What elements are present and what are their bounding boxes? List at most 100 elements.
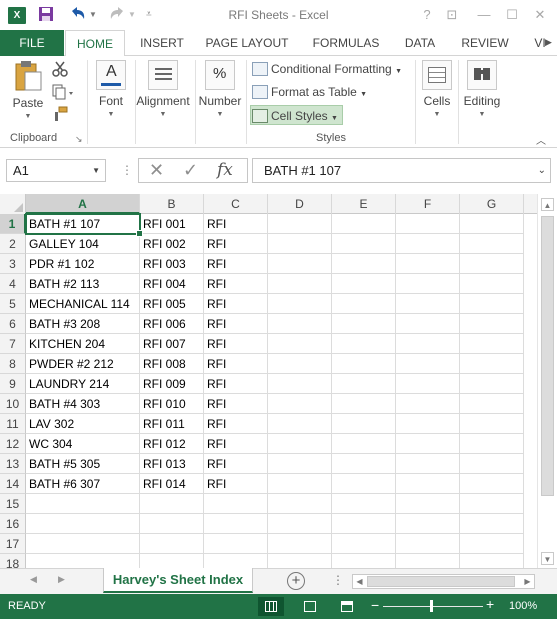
select-all-button[interactable]: [0, 194, 26, 214]
cell-e4[interactable]: [332, 274, 396, 294]
cells-button[interactable]: Cells ▼: [419, 60, 455, 118]
cell-c5[interactable]: RFI: [204, 294, 268, 314]
cell-f11[interactable]: [396, 414, 460, 434]
cell-g9[interactable]: [460, 374, 524, 394]
conditional-formatting-button[interactable]: Conditional Formatting ▼: [252, 59, 402, 79]
cell-f16[interactable]: [396, 514, 460, 534]
cell-g16[interactable]: [460, 514, 524, 534]
cell-e15[interactable]: [332, 494, 396, 514]
cell-b5[interactable]: RFI 005: [140, 294, 204, 314]
row-header-12[interactable]: 12: [0, 434, 26, 454]
cell-f12[interactable]: [396, 434, 460, 454]
clipboard-launcher-icon[interactable]: ↘: [75, 134, 83, 145]
cell-a17[interactable]: [26, 534, 140, 554]
cell-c13[interactable]: RFI: [204, 454, 268, 474]
cell-f6[interactable]: [396, 314, 460, 334]
cell-b18[interactable]: [140, 554, 204, 568]
close-icon[interactable]: ✕: [529, 4, 551, 26]
cell-b11[interactable]: RFI 011: [140, 414, 204, 434]
cell-f2[interactable]: [396, 234, 460, 254]
cell-b1[interactable]: RFI 001: [140, 214, 204, 234]
cell-e5[interactable]: [332, 294, 396, 314]
cell-d17[interactable]: [268, 534, 332, 554]
cell-c15[interactable]: [204, 494, 268, 514]
row-header-18[interactable]: 18: [0, 554, 26, 568]
cell-f8[interactable]: [396, 354, 460, 374]
cell-a15[interactable]: [26, 494, 140, 514]
cell-c16[interactable]: [204, 514, 268, 534]
tab-formulas[interactable]: FORMULAS: [306, 30, 386, 57]
cell-e17[interactable]: [332, 534, 396, 554]
cell-e13[interactable]: [332, 454, 396, 474]
tab-home[interactable]: HOME: [65, 30, 125, 57]
cell-d4[interactable]: [268, 274, 332, 294]
font-button[interactable]: A Font ▼: [92, 60, 130, 118]
cell-a10[interactable]: BATH #4 303: [26, 394, 140, 414]
tab-file[interactable]: FILE: [0, 30, 64, 56]
zoom-slider-thumb[interactable]: [430, 600, 433, 612]
cell-f10[interactable]: [396, 394, 460, 414]
cell-e11[interactable]: [332, 414, 396, 434]
cell-c7[interactable]: RFI: [204, 334, 268, 354]
row-header-7[interactable]: 7: [0, 334, 26, 354]
cell-c14[interactable]: RFI: [204, 474, 268, 494]
page-break-preview-button[interactable]: [334, 597, 360, 616]
editing-button[interactable]: Editing ▼: [460, 60, 504, 118]
horizontal-scrollbar[interactable]: ◀ ▶: [352, 574, 535, 589]
format-as-table-button[interactable]: Format as Table ▼: [252, 82, 367, 102]
column-header-d[interactable]: D: [268, 194, 332, 214]
cell-e7[interactable]: [332, 334, 396, 354]
cell-a5[interactable]: MECHANICAL 114: [26, 294, 140, 314]
cell-c10[interactable]: RFI: [204, 394, 268, 414]
cell-g3[interactable]: [460, 254, 524, 274]
tabs-scroll-right-icon[interactable]: ▶: [545, 37, 552, 48]
tab-review[interactable]: REVIEW: [457, 30, 513, 57]
cell-g18[interactable]: [460, 554, 524, 568]
column-header-a[interactable]: A: [26, 194, 140, 214]
cell-d12[interactable]: [268, 434, 332, 454]
cell-g2[interactable]: [460, 234, 524, 254]
cell-a11[interactable]: LAV 302: [26, 414, 140, 434]
cell-d3[interactable]: [268, 254, 332, 274]
ribbon-display-icon[interactable]: ⊡: [441, 4, 463, 26]
next-sheet-icon[interactable]: ▶: [58, 574, 65, 585]
scroll-right-icon[interactable]: ▶: [521, 575, 534, 588]
cell-b16[interactable]: [140, 514, 204, 534]
cell-b15[interactable]: [140, 494, 204, 514]
cell-d9[interactable]: [268, 374, 332, 394]
row-header-16[interactable]: 16: [0, 514, 26, 534]
row-header-17[interactable]: 17: [0, 534, 26, 554]
cell-c6[interactable]: RFI: [204, 314, 268, 334]
cell-g7[interactable]: [460, 334, 524, 354]
cell-e6[interactable]: [332, 314, 396, 334]
cell-g11[interactable]: [460, 414, 524, 434]
cell-c1[interactable]: RFI: [204, 214, 268, 234]
maximize-icon[interactable]: ☐: [501, 4, 523, 26]
cell-a6[interactable]: BATH #3 208: [26, 314, 140, 334]
cell-g8[interactable]: [460, 354, 524, 374]
cancel-icon[interactable]: ✕: [149, 160, 164, 181]
cell-b9[interactable]: RFI 009: [140, 374, 204, 394]
cell-c11[interactable]: RFI: [204, 414, 268, 434]
scroll-up-icon[interactable]: ▲: [541, 198, 554, 211]
cell-e2[interactable]: [332, 234, 396, 254]
page-layout-view-button[interactable]: [297, 597, 323, 616]
cell-c4[interactable]: RFI: [204, 274, 268, 294]
cell-a7[interactable]: KITCHEN 204: [26, 334, 140, 354]
cell-b6[interactable]: RFI 006: [140, 314, 204, 334]
paste-button[interactable]: Paste ▼: [8, 60, 48, 120]
row-header-13[interactable]: 13: [0, 454, 26, 474]
cell-a16[interactable]: [26, 514, 140, 534]
cell-f7[interactable]: [396, 334, 460, 354]
enter-icon[interactable]: ✓: [183, 160, 198, 181]
row-header-2[interactable]: 2: [0, 234, 26, 254]
cell-e14[interactable]: [332, 474, 396, 494]
cell-e16[interactable]: [332, 514, 396, 534]
cell-c18[interactable]: [204, 554, 268, 568]
cell-d16[interactable]: [268, 514, 332, 534]
cell-a18[interactable]: [26, 554, 140, 568]
formula-input[interactable]: BATH #1 107 ⌄: [252, 158, 551, 183]
row-header-4[interactable]: 4: [0, 274, 26, 294]
cell-d14[interactable]: [268, 474, 332, 494]
cell-a3[interactable]: PDR #1 102: [26, 254, 140, 274]
